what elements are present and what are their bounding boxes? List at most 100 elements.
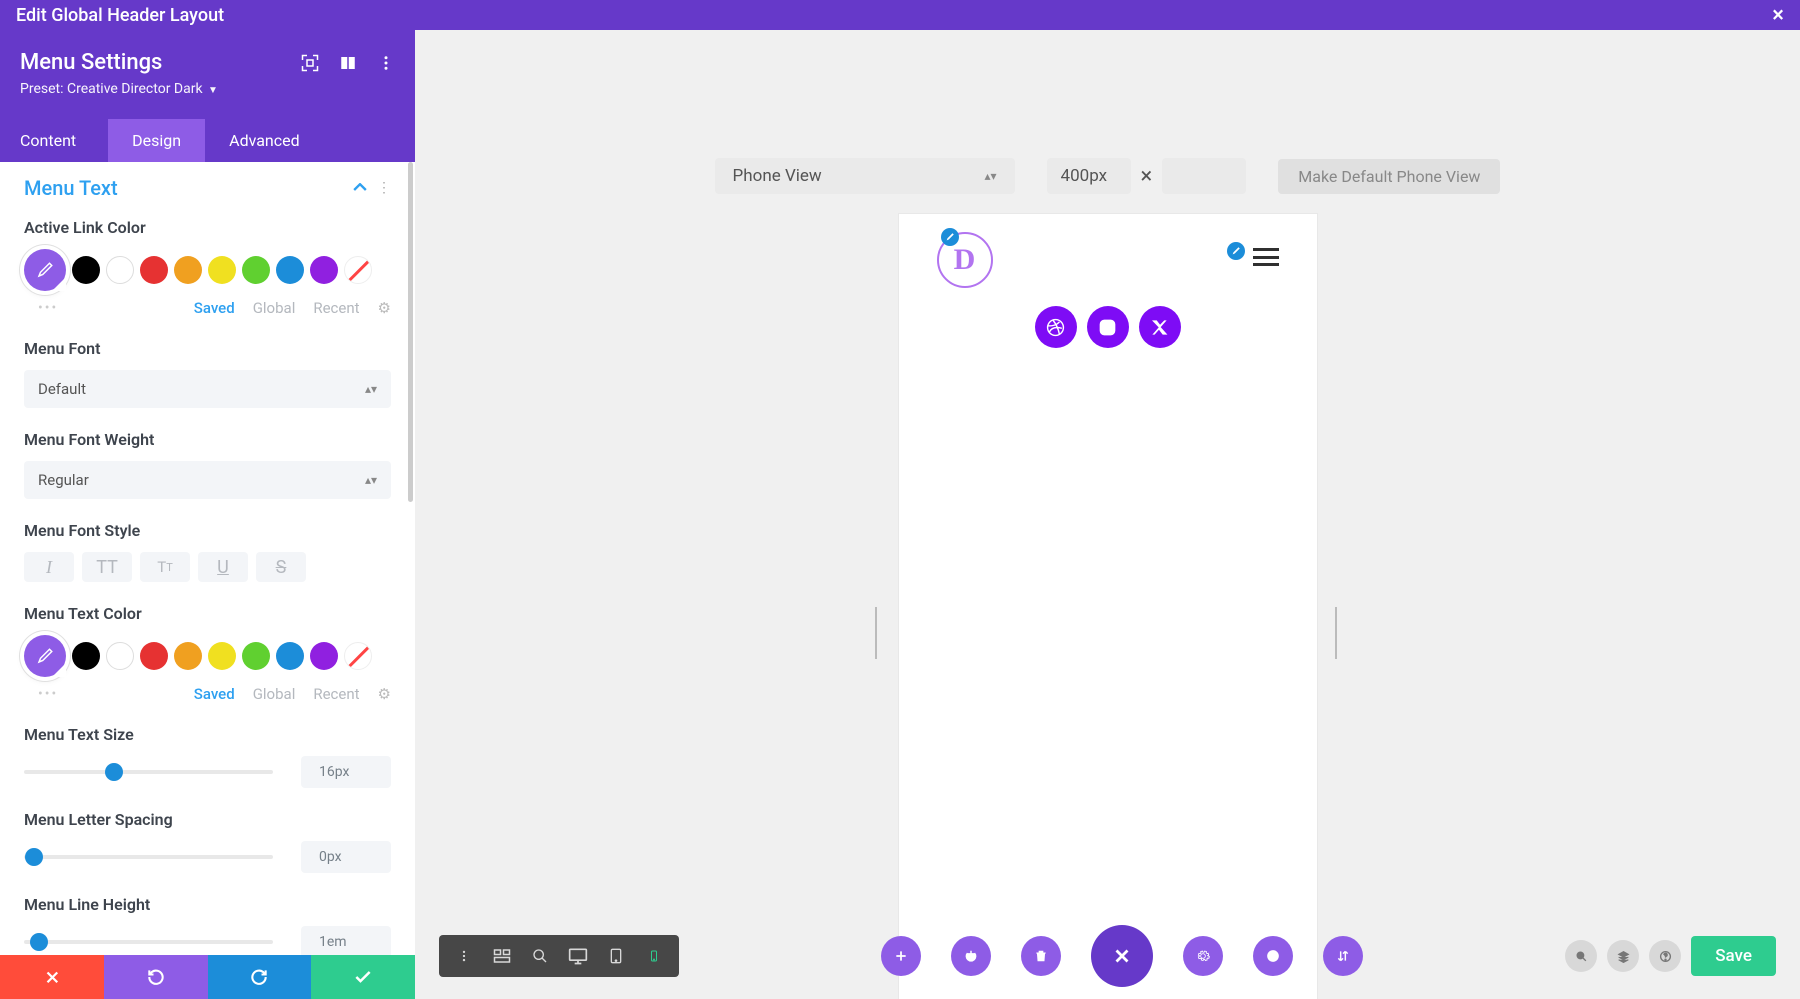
text-color-swatch-yellow[interactable]: [208, 642, 236, 670]
height-input[interactable]: [1162, 158, 1246, 194]
text-palette-tab-global[interactable]: Global: [253, 685, 296, 703]
canvas-area: Phone View▴▾ × Make Default Phone View D: [415, 30, 1800, 999]
view-select[interactable]: Phone View▴▾: [715, 158, 1015, 194]
style-italic-button[interactable]: I: [24, 552, 74, 582]
tablet-icon[interactable]: [597, 941, 635, 971]
redo-button[interactable]: [208, 955, 312, 999]
toolbar-more-icon[interactable]: [445, 941, 483, 971]
help-small-fab[interactable]: [1649, 940, 1681, 972]
close-fab[interactable]: [1091, 925, 1153, 987]
settings-sidebar: Menu Settings Preset: Creative Director …: [0, 30, 415, 999]
text-palette-tab-recent[interactable]: Recent: [313, 685, 359, 703]
line-height-slider[interactable]: [24, 940, 273, 944]
color-swatch-red[interactable]: [140, 256, 168, 284]
header-title: Edit Global Header Layout: [16, 5, 224, 26]
style-underline-button[interactable]: U: [198, 552, 248, 582]
preset-dropdown[interactable]: Preset: Creative Director Dark ▼: [20, 81, 395, 111]
menu-font-select[interactable]: Default▴▾: [24, 370, 391, 408]
color-swatch-white[interactable]: [106, 256, 134, 284]
edit-badge-icon[interactable]: [941, 228, 959, 246]
more-icon[interactable]: [377, 54, 395, 72]
section-more-icon[interactable]: ⋮: [377, 180, 391, 196]
x-twitter-icon[interactable]: [1139, 306, 1181, 348]
search-small-fab[interactable]: [1565, 940, 1597, 972]
color-swatch-black[interactable]: [72, 256, 100, 284]
menu-font-style-label: Menu Font Style: [24, 521, 391, 540]
add-fab[interactable]: [881, 936, 921, 976]
sort-fab[interactable]: [1323, 936, 1363, 976]
phone-preview: D: [899, 214, 1317, 999]
history-fab[interactable]: [1253, 936, 1293, 976]
text-palette-more-icon[interactable]: •••: [24, 686, 58, 702]
layers-small-fab[interactable]: [1607, 940, 1639, 972]
save-button[interactable]: Save: [1691, 936, 1776, 976]
color-swatch-selected[interactable]: [24, 249, 66, 291]
text-color-swatch-red[interactable]: [140, 642, 168, 670]
menu-line-height-label: Menu Line Height: [24, 895, 391, 914]
style-smallcaps-button[interactable]: TT: [140, 552, 190, 582]
color-swatch-orange[interactable]: [174, 256, 202, 284]
palette-tab-saved[interactable]: Saved: [194, 299, 235, 317]
edit-badge-icon[interactable]: [1227, 242, 1245, 260]
text-color-swatch-none[interactable]: [344, 642, 372, 670]
resize-handle-left[interactable]: [875, 607, 881, 659]
panel-body[interactable]: Menu Text ⋮ Active Link Color: [0, 162, 415, 955]
palette-more-icon[interactable]: •••: [24, 300, 58, 316]
phone-icon[interactable]: [635, 941, 673, 971]
scrollbar[interactable]: [408, 162, 413, 502]
collapse-icon[interactable]: [353, 181, 367, 195]
color-swatch-none[interactable]: [344, 256, 372, 284]
menu-text-size-label: Menu Text Size: [24, 725, 391, 744]
text-color-swatch-black[interactable]: [72, 642, 100, 670]
columns-icon[interactable]: [339, 54, 357, 72]
text-color-swatch-selected[interactable]: [24, 635, 66, 677]
delete-fab[interactable]: [1021, 936, 1061, 976]
text-palette-gear-icon[interactable]: ⚙: [378, 685, 391, 703]
menu-font-weight-select[interactable]: Regular▴▾: [24, 461, 391, 499]
letter-spacing-input[interactable]: 0px: [301, 841, 391, 873]
panel-title: Menu Settings: [20, 50, 162, 75]
hamburger-icon[interactable]: [1253, 248, 1279, 266]
wireframe-icon[interactable]: [483, 941, 521, 971]
palette-gear-icon[interactable]: ⚙: [378, 299, 391, 317]
text-size-input[interactable]: 16px: [301, 756, 391, 788]
by-separator: ×: [1141, 164, 1153, 189]
color-swatch-blue[interactable]: [276, 256, 304, 284]
desktop-icon[interactable]: [559, 941, 597, 971]
settings-fab[interactable]: [1183, 936, 1223, 976]
text-color-swatch-purple[interactable]: [310, 642, 338, 670]
top-header: Edit Global Header Layout ×: [0, 0, 1800, 30]
text-size-slider[interactable]: [24, 770, 273, 774]
section-title: Menu Text: [24, 176, 118, 200]
color-swatch-green[interactable]: [242, 256, 270, 284]
power-fab[interactable]: [951, 936, 991, 976]
dribbble-icon[interactable]: [1035, 306, 1077, 348]
instagram-icon[interactable]: [1087, 306, 1129, 348]
zoom-icon[interactable]: [521, 941, 559, 971]
palette-tab-recent[interactable]: Recent: [313, 299, 359, 317]
make-default-button[interactable]: Make Default Phone View: [1278, 159, 1500, 194]
text-color-swatch-white[interactable]: [106, 642, 134, 670]
text-palette-tab-saved[interactable]: Saved: [194, 685, 235, 703]
color-swatch-purple[interactable]: [310, 256, 338, 284]
width-input[interactable]: [1047, 158, 1131, 194]
line-height-input[interactable]: 1em: [301, 926, 391, 955]
focus-icon[interactable]: [301, 54, 319, 72]
device-toolbar: [439, 935, 679, 977]
style-uppercase-button[interactable]: TT: [82, 552, 132, 582]
discard-button[interactable]: [0, 955, 104, 999]
tab-advanced[interactable]: Advanced: [205, 119, 324, 162]
apply-button[interactable]: [311, 955, 415, 999]
resize-handle-right[interactable]: [1335, 607, 1341, 659]
undo-button[interactable]: [104, 955, 208, 999]
style-strikethrough-button[interactable]: S: [256, 552, 306, 582]
tab-content[interactable]: Content: [0, 119, 108, 162]
close-icon[interactable]: ×: [1772, 3, 1784, 28]
text-color-swatch-blue[interactable]: [276, 642, 304, 670]
letter-spacing-slider[interactable]: [24, 855, 273, 859]
tab-design[interactable]: Design: [108, 119, 205, 162]
text-color-swatch-green[interactable]: [242, 642, 270, 670]
color-swatch-yellow[interactable]: [208, 256, 236, 284]
palette-tab-global[interactable]: Global: [253, 299, 296, 317]
text-color-swatch-orange[interactable]: [174, 642, 202, 670]
